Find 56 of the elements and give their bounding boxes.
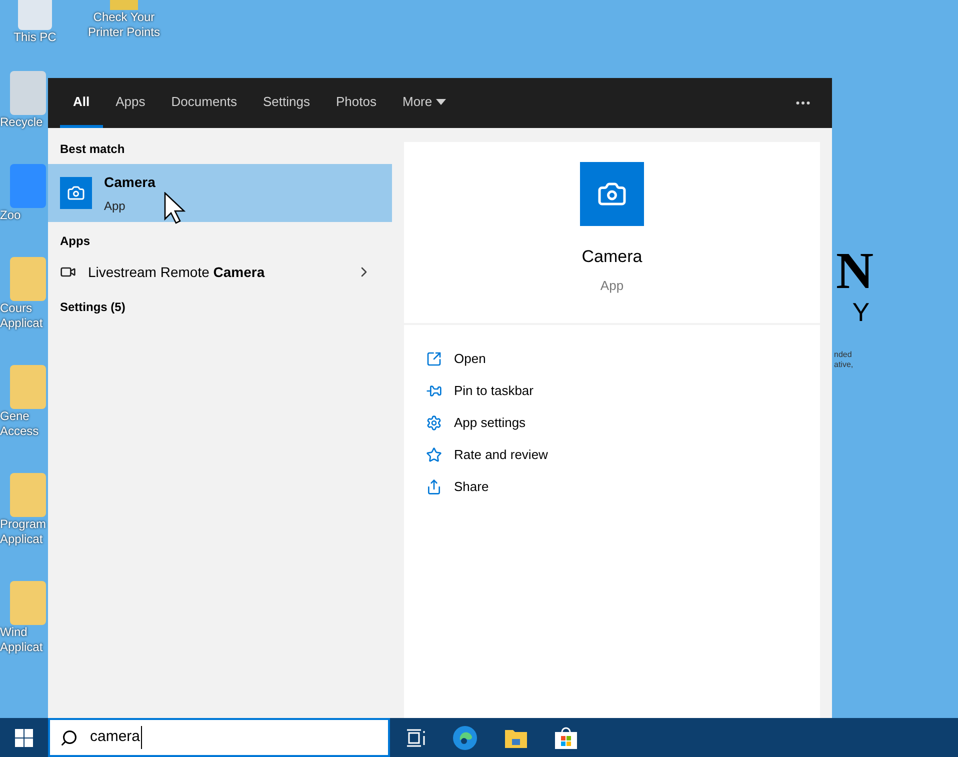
section-heading: Settings (5) — [59, 299, 126, 316]
desktop-icon-label: Wind Applicat — [0, 625, 44, 655]
desktop-icon[interactable] — [10, 257, 46, 301]
search-tab[interactable]: Photos — [323, 78, 390, 128]
wallpaper-letter: N — [836, 246, 874, 298]
windows-logo-icon[interactable] — [15, 728, 33, 746]
preview-action[interactable]: Share — [426, 471, 798, 503]
section-heading: Apps — [59, 233, 91, 250]
taskbar-search-field[interactable]: camera — [48, 718, 390, 757]
desktop-icon[interactable] — [18, 0, 52, 30]
store-icon[interactable] — [554, 726, 578, 750]
desktop-icon-label: Recycle — [0, 115, 44, 130]
desktop-icon-label: Cours Applicat — [0, 301, 44, 331]
search-tab[interactable]: Documents — [158, 78, 250, 128]
search-tab[interactable]: Settings — [250, 78, 323, 128]
wallpaper-letter: Y — [852, 298, 870, 326]
wallpaper-text: ative, — [834, 360, 854, 370]
desktop-icon[interactable] — [10, 473, 46, 517]
search-value: camera — [90, 726, 142, 749]
search-tab[interactable]: All — [60, 78, 103, 128]
share-icon — [426, 479, 442, 495]
desktop-icon[interactable] — [10, 164, 46, 208]
camera-app-icon — [580, 162, 644, 226]
result-title: Livestream Remote Camera — [88, 262, 266, 282]
preview-subtitle: App — [600, 276, 624, 295]
search-icon — [60, 728, 78, 746]
search-tab[interactable]: More — [389, 78, 460, 128]
preview-title: Camera — [582, 246, 642, 268]
section-heading: Best match — [59, 141, 126, 158]
desktop-icon[interactable] — [10, 365, 46, 409]
desktop-icon-label: Program Applicat — [0, 517, 48, 547]
preview-action[interactable]: Open — [426, 343, 798, 375]
browser-icon[interactable] — [452, 724, 478, 750]
settings-icon — [426, 415, 442, 431]
desktop-icon-label: This PC — [14, 30, 56, 45]
desktop-icon[interactable] — [10, 71, 46, 115]
pin-icon — [426, 383, 442, 399]
result-title: Camera — [104, 172, 156, 192]
preview-action[interactable]: Rate and review — [426, 439, 798, 471]
task-view-icon[interactable] — [406, 728, 426, 746]
desktop-icon[interactable] — [10, 581, 46, 625]
desktop-icon-label: Zoo — [0, 208, 22, 223]
cursor-icon — [164, 192, 186, 224]
desktop-icon-label: Check Your Printer Points — [86, 10, 162, 40]
best-match-item[interactable]: Camera App — [48, 164, 392, 222]
desktop-icon-label: Gene Access — [0, 409, 40, 439]
result-subtitle: App — [104, 198, 126, 214]
caret-icon — [436, 98, 446, 104]
preview-action[interactable]: App settings — [426, 407, 798, 439]
preview-action[interactable]: Pin to taskbar — [426, 375, 798, 407]
search-tab[interactable]: Apps — [102, 78, 158, 128]
camera-app-icon — [60, 177, 92, 209]
app-result-item[interactable]: Livestream Remote Camera — [48, 256, 392, 288]
wallpaper-text: nded — [834, 350, 853, 360]
open-icon — [426, 351, 442, 367]
star-icon — [426, 447, 442, 463]
